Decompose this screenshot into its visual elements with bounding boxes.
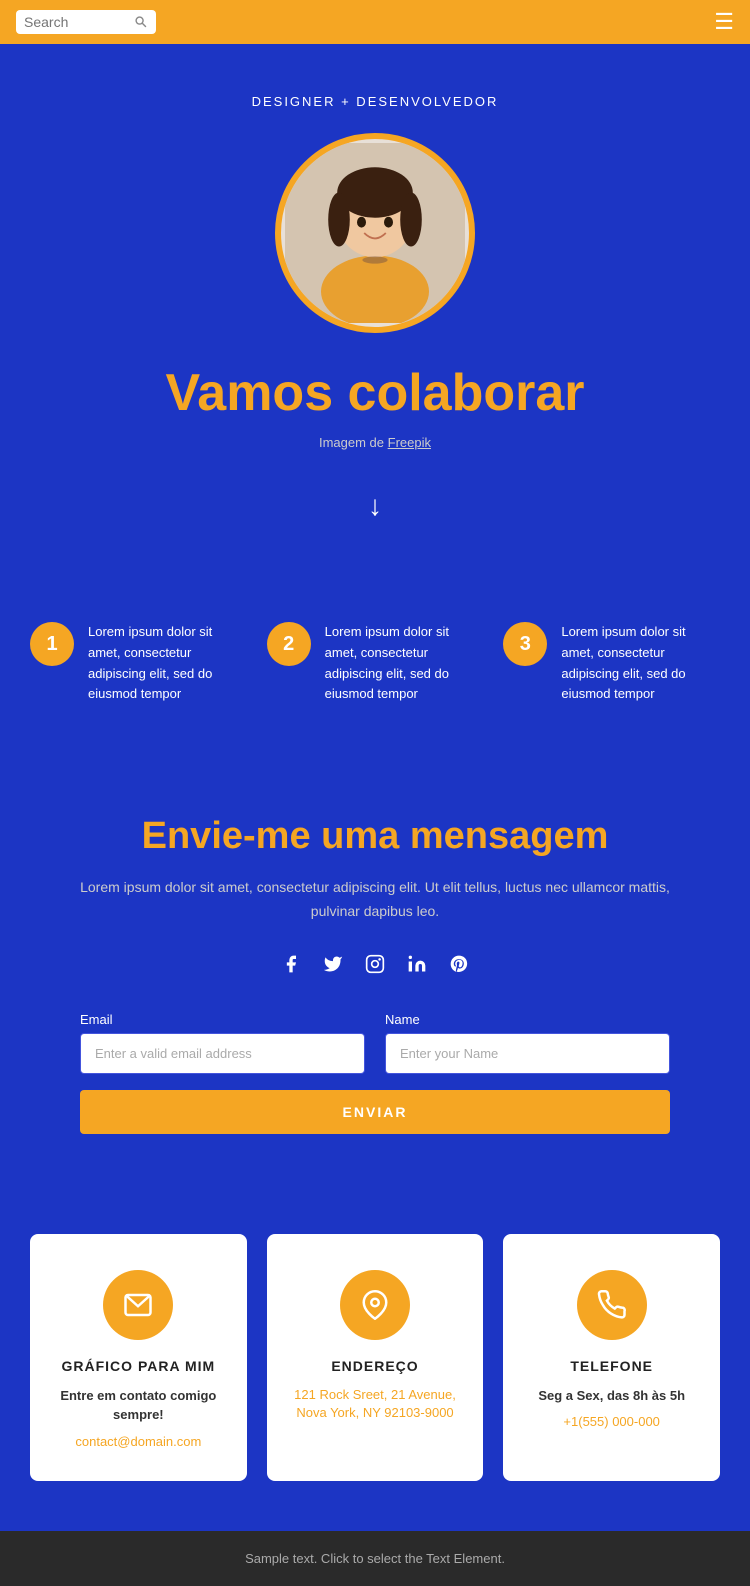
hero-credit: Imagem de Freepik [20, 435, 730, 450]
instagram-icon[interactable] [363, 952, 387, 976]
step-number-3: 3 [503, 622, 547, 666]
card-address-title: ENDEREÇO [287, 1358, 464, 1374]
step-item-3: 3 Lorem ipsum dolor sit amet, consectetu… [503, 622, 720, 705]
step-number-1: 1 [30, 622, 74, 666]
footer-text: Sample text. Click to select the Text El… [20, 1551, 730, 1566]
email-field[interactable] [80, 1033, 365, 1074]
contact-title: Envie-me uma mensagem [80, 815, 670, 858]
step-number-2: 2 [267, 622, 311, 666]
step-item-2: 2 Lorem ipsum dolor sit amet, consectetu… [267, 622, 484, 705]
search-icon [134, 15, 148, 29]
contact-section: Envie-me uma mensagem Lorem ipsum dolor … [0, 765, 750, 1194]
address-card-icon [340, 1270, 410, 1340]
card-email: GRÁFICO PARA MIM Entre em contato comigo… [30, 1234, 247, 1481]
facebook-icon[interactable] [279, 952, 303, 976]
name-form-group: Name [385, 1012, 670, 1074]
card-address-link[interactable]: 121 Rock Sreet, 21 Avenue,Nova York, NY … [294, 1387, 456, 1420]
email-label: Email [80, 1012, 365, 1027]
hero-section: DESIGNER + DESENVOLVEDOR Vamos colaborar… [0, 44, 750, 582]
card-phone-link[interactable]: +1(555) 000-000 [563, 1414, 660, 1429]
footer: Sample text. Click to select the Text El… [0, 1531, 750, 1586]
name-field[interactable] [385, 1033, 670, 1074]
phone-card-icon [577, 1270, 647, 1340]
header: ☰ [0, 0, 750, 44]
card-email-desc: Entre em contato comigo sempre! [50, 1386, 227, 1425]
card-phone-desc: Seg a Sex, das 8h às 5h [523, 1386, 700, 1406]
linkedin-icon[interactable] [405, 952, 429, 976]
search-wrapper [16, 10, 156, 34]
name-label: Name [385, 1012, 670, 1027]
step-text-2: Lorem ipsum dolor sit amet, consectetur … [325, 622, 484, 705]
card-phone-title: TELEFONE [523, 1358, 700, 1374]
step-text-1: Lorem ipsum dolor sit amet, consectetur … [88, 622, 247, 705]
form-row: Email Name [80, 1012, 670, 1074]
card-phone: TELEFONE Seg a Sex, das 8h às 5h +1(555)… [503, 1234, 720, 1481]
submit-button[interactable]: ENVIAR [80, 1090, 670, 1134]
email-form-group: Email [80, 1012, 365, 1074]
social-icons-group [80, 952, 670, 976]
card-email-title: GRÁFICO PARA MIM [50, 1358, 227, 1374]
steps-section: 1 Lorem ipsum dolor sit amet, consectetu… [0, 582, 750, 765]
email-card-icon [103, 1270, 173, 1340]
twitter-icon[interactable] [321, 952, 345, 976]
scroll-arrow-icon: ↓ [368, 490, 382, 522]
card-email-link[interactable]: contact@domain.com [75, 1434, 201, 1449]
step-text-3: Lorem ipsum dolor sit amet, consectetur … [561, 622, 720, 705]
freepik-link[interactable]: Freepik [388, 435, 431, 450]
card-address: ENDEREÇO 121 Rock Sreet, 21 Avenue,Nova … [267, 1234, 484, 1481]
hamburger-menu-icon[interactable]: ☰ [714, 9, 734, 35]
pinterest-icon[interactable] [447, 952, 471, 976]
hero-subtitle: DESIGNER + DESENVOLVEDOR [20, 94, 730, 109]
avatar-image [285, 143, 465, 323]
avatar [275, 133, 475, 333]
contact-description: Lorem ipsum dolor sit amet, consectetur … [80, 876, 670, 924]
search-input[interactable] [24, 14, 134, 30]
cards-section: GRÁFICO PARA MIM Entre em contato comigo… [0, 1194, 750, 1531]
hero-title: Vamos colaborar [20, 363, 730, 423]
step-item-1: 1 Lorem ipsum dolor sit amet, consectetu… [30, 622, 247, 705]
